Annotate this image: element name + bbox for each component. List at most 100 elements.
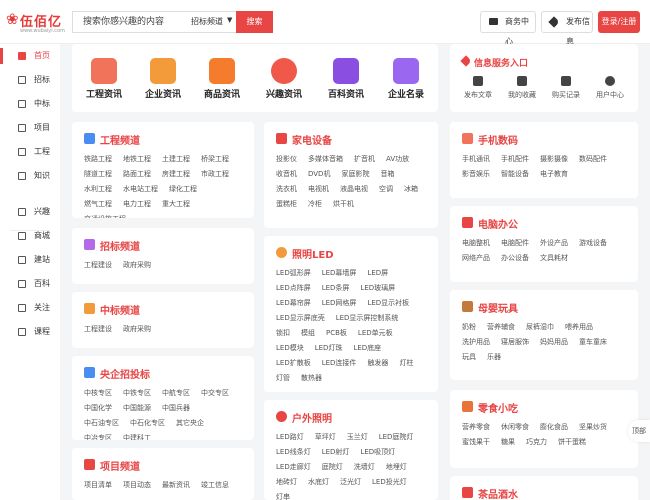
category-link[interactable]: 手机配件 [501, 152, 529, 167]
category-link[interactable]: LED屏 [367, 266, 388, 281]
category-link[interactable]: 手机通讯 [462, 152, 490, 167]
category-link[interactable]: DVD机 [308, 167, 330, 182]
category-link[interactable]: 电视机 [308, 182, 329, 197]
category-link[interactable]: 影音娱乐 [462, 167, 490, 182]
sidebar-item-award[interactable]: 中标 [0, 92, 60, 116]
chevron-down-icon[interactable]: ▼ [227, 16, 232, 24]
nav-interest-news[interactable]: 兴趣资讯 [256, 58, 312, 100]
category-link[interactable]: PCB板 [326, 326, 347, 341]
publish-article-link[interactable]: 发布文章 [456, 76, 500, 100]
sidebar-item-bid[interactable]: 招标 [0, 68, 60, 92]
business-center-button[interactable]: 商务中心 [480, 11, 536, 46]
category-link[interactable]: 家庭影院 [341, 167, 369, 182]
category-link[interactable]: 蛋糕柜 [276, 197, 297, 212]
category-link[interactable]: LED投光灯 [372, 475, 407, 490]
card-title[interactable]: 电脑办公 [478, 216, 518, 231]
category-link[interactable]: 中核专区 [84, 386, 112, 401]
category-link[interactable]: 水底灯 [308, 475, 329, 490]
category-link[interactable]: 玩具 [462, 350, 476, 365]
category-link[interactable]: 玉兰灯 [347, 430, 368, 445]
sidebar-item-home[interactable]: 首页 [0, 44, 60, 68]
card-title[interactable]: 照明LED [292, 246, 334, 261]
category-link[interactable]: LED幕墙屏 [322, 266, 357, 281]
category-link[interactable]: LED点阵屏 [276, 281, 311, 296]
category-link[interactable]: 市政工程 [201, 167, 229, 182]
category-link[interactable]: 中交专区 [201, 386, 229, 401]
category-link[interactable]: 烘干机 [333, 197, 354, 212]
category-link[interactable]: 办公设备 [501, 251, 529, 266]
category-link[interactable]: 中国能源 [123, 401, 151, 416]
category-link[interactable]: LED底座 [353, 341, 381, 356]
category-link[interactable]: 路面工程 [123, 167, 151, 182]
category-link[interactable]: 散热器 [301, 371, 322, 386]
nav-product-news[interactable]: 商品资讯 [194, 58, 250, 100]
category-link[interactable]: 坚果炒货 [579, 420, 607, 435]
category-link[interactable]: 竣工信息 [201, 478, 229, 493]
category-link[interactable]: 洗墙灯 [354, 460, 375, 475]
category-link[interactable]: 中铁专区 [123, 386, 151, 401]
category-link[interactable]: 电脑整机 [462, 236, 490, 251]
category-link[interactable]: LED连接件 [322, 356, 357, 371]
category-link[interactable]: 寝居服饰 [501, 335, 529, 350]
category-link[interactable]: 政府采购 [123, 322, 151, 337]
category-link[interactable]: LED条屏 [322, 281, 350, 296]
category-link[interactable]: 膨化食品 [540, 420, 568, 435]
category-link[interactable]: LED幕帘屏 [276, 296, 311, 311]
category-link[interactable]: 蜜饯果干 [462, 435, 490, 450]
category-link[interactable]: 地砖灯 [276, 475, 297, 490]
category-link[interactable]: 模组 [301, 326, 315, 341]
category-link[interactable]: 房建工程 [162, 167, 190, 182]
category-link[interactable]: 营养辅食 [487, 320, 515, 335]
category-link[interactable]: LED灯珠 [315, 341, 343, 356]
category-link[interactable]: 尿裤湿巾 [526, 320, 554, 335]
category-link[interactable]: 重大工程 [162, 197, 190, 212]
sidebar-item-follow[interactable]: 关注 [0, 296, 60, 320]
category-link[interactable]: LED庭院灯 [379, 430, 414, 445]
nav-company-directory[interactable]: 企业名录 [378, 58, 434, 100]
sidebar-item-mall[interactable]: 商城 [0, 224, 60, 248]
category-link[interactable]: 多媒体音箱 [308, 152, 343, 167]
category-link[interactable]: 液晶电视 [340, 182, 368, 197]
category-link[interactable]: 灯串 [276, 490, 290, 500]
card-title[interactable]: 中标频道 [100, 302, 140, 317]
category-link[interactable]: LED扩散板 [276, 356, 311, 371]
category-link[interactable]: 乐器 [487, 350, 501, 365]
category-link[interactable]: 电子教育 [540, 167, 568, 182]
category-link[interactable]: LED网格屏 [322, 296, 357, 311]
category-link[interactable]: 最新资讯 [162, 478, 190, 493]
sidebar-item-interest[interactable]: 兴趣 [0, 200, 60, 224]
card-title[interactable]: 零食小吃 [478, 400, 518, 415]
category-link[interactable]: 洗护用品 [462, 335, 490, 350]
nav-engineering-news[interactable]: 工程资讯 [76, 58, 132, 100]
category-link[interactable]: 桥梁工程 [201, 152, 229, 167]
category-link[interactable]: 绿化工程 [169, 182, 197, 197]
category-link[interactable]: 其它央企 [176, 416, 204, 431]
category-link[interactable]: 网络产品 [462, 251, 490, 266]
search-input[interactable] [73, 12, 183, 32]
card-title[interactable]: 户外照明 [292, 410, 332, 425]
card-title[interactable]: 家电设备 [292, 132, 332, 147]
category-link[interactable]: 中石化专区 [130, 416, 165, 431]
category-link[interactable]: 中航专区 [162, 386, 190, 401]
category-link[interactable]: 工程建设 [84, 258, 112, 273]
publish-info-button[interactable]: 发布信息 [541, 11, 593, 46]
category-link[interactable]: 项目清单 [84, 478, 112, 493]
category-link[interactable]: 数码配件 [579, 152, 607, 167]
nav-wiki-news[interactable]: 百科资讯 [318, 58, 374, 100]
sidebar-item-engineering[interactable]: 工程 [0, 140, 60, 164]
card-title[interactable]: 招标频道 [100, 238, 140, 253]
category-link[interactable]: 游戏设备 [579, 236, 607, 251]
category-link[interactable]: 政府采购 [123, 258, 151, 273]
category-link[interactable]: 奶粉 [462, 320, 476, 335]
category-link[interactable]: 冰箱 [404, 182, 418, 197]
category-link[interactable]: 摄影摄像 [540, 152, 568, 167]
card-title[interactable]: 手机数码 [478, 132, 518, 147]
sidebar-item-knowledge[interactable]: 知识 [0, 164, 60, 188]
category-link[interactable]: 土建工程 [162, 152, 190, 167]
category-link[interactable]: LED模块 [276, 341, 304, 356]
category-link[interactable]: 冷柜 [308, 197, 322, 212]
category-link[interactable]: LED单元板 [358, 326, 393, 341]
category-link[interactable]: 中石油专区 [84, 416, 119, 431]
category-link[interactable]: 锁扣 [276, 326, 290, 341]
card-title[interactable]: 工程频道 [100, 132, 140, 147]
